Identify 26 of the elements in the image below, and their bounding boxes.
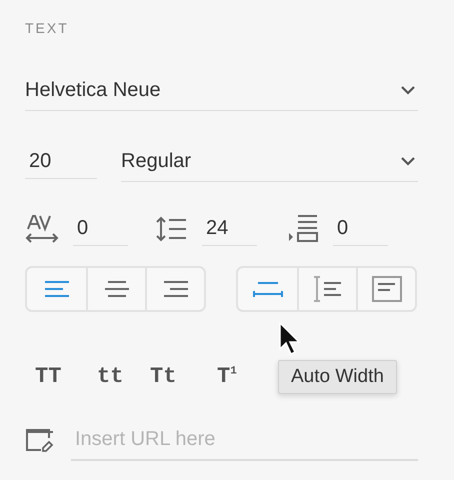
font-size-field[interactable]: 20 — [25, 144, 97, 178]
fixed-size-icon — [370, 275, 402, 303]
url-field[interactable]: Insert URL here — [71, 419, 418, 461]
text-transform-button[interactable]: T$^{1}$ — [217, 364, 273, 389]
auto-height-icon — [312, 275, 342, 303]
character-spacing-icon — [25, 214, 59, 244]
auto-width-icon — [252, 279, 284, 299]
text-transform-button[interactable]: tt — [97, 364, 150, 389]
link-icon — [25, 428, 55, 452]
character-spacing-field[interactable]: 0 — [73, 212, 128, 246]
paragraph-spacing-field[interactable]: 0 — [333, 212, 388, 246]
chevron-down-icon — [400, 85, 416, 95]
paragraph-spacing-icon — [287, 214, 319, 244]
section-title: TEXT — [25, 20, 70, 38]
align-right-icon — [162, 279, 188, 299]
chevron-down-icon — [400, 156, 416, 166]
line-spacing-field[interactable]: 24 — [202, 212, 257, 246]
line-height-icon — [156, 215, 188, 243]
align-left-icon — [44, 279, 70, 299]
cursor-icon — [278, 321, 302, 355]
align-center-icon — [104, 279, 130, 299]
tooltip: Auto Width — [278, 360, 397, 394]
font-weight-dropdown[interactable]: Regular — [121, 141, 418, 182]
font-family-dropdown[interactable]: Helvetica Neue — [25, 70, 418, 111]
text-transform-button[interactable]: Tt — [150, 364, 217, 389]
text-transform-button[interactable]: TT — [35, 364, 97, 389]
